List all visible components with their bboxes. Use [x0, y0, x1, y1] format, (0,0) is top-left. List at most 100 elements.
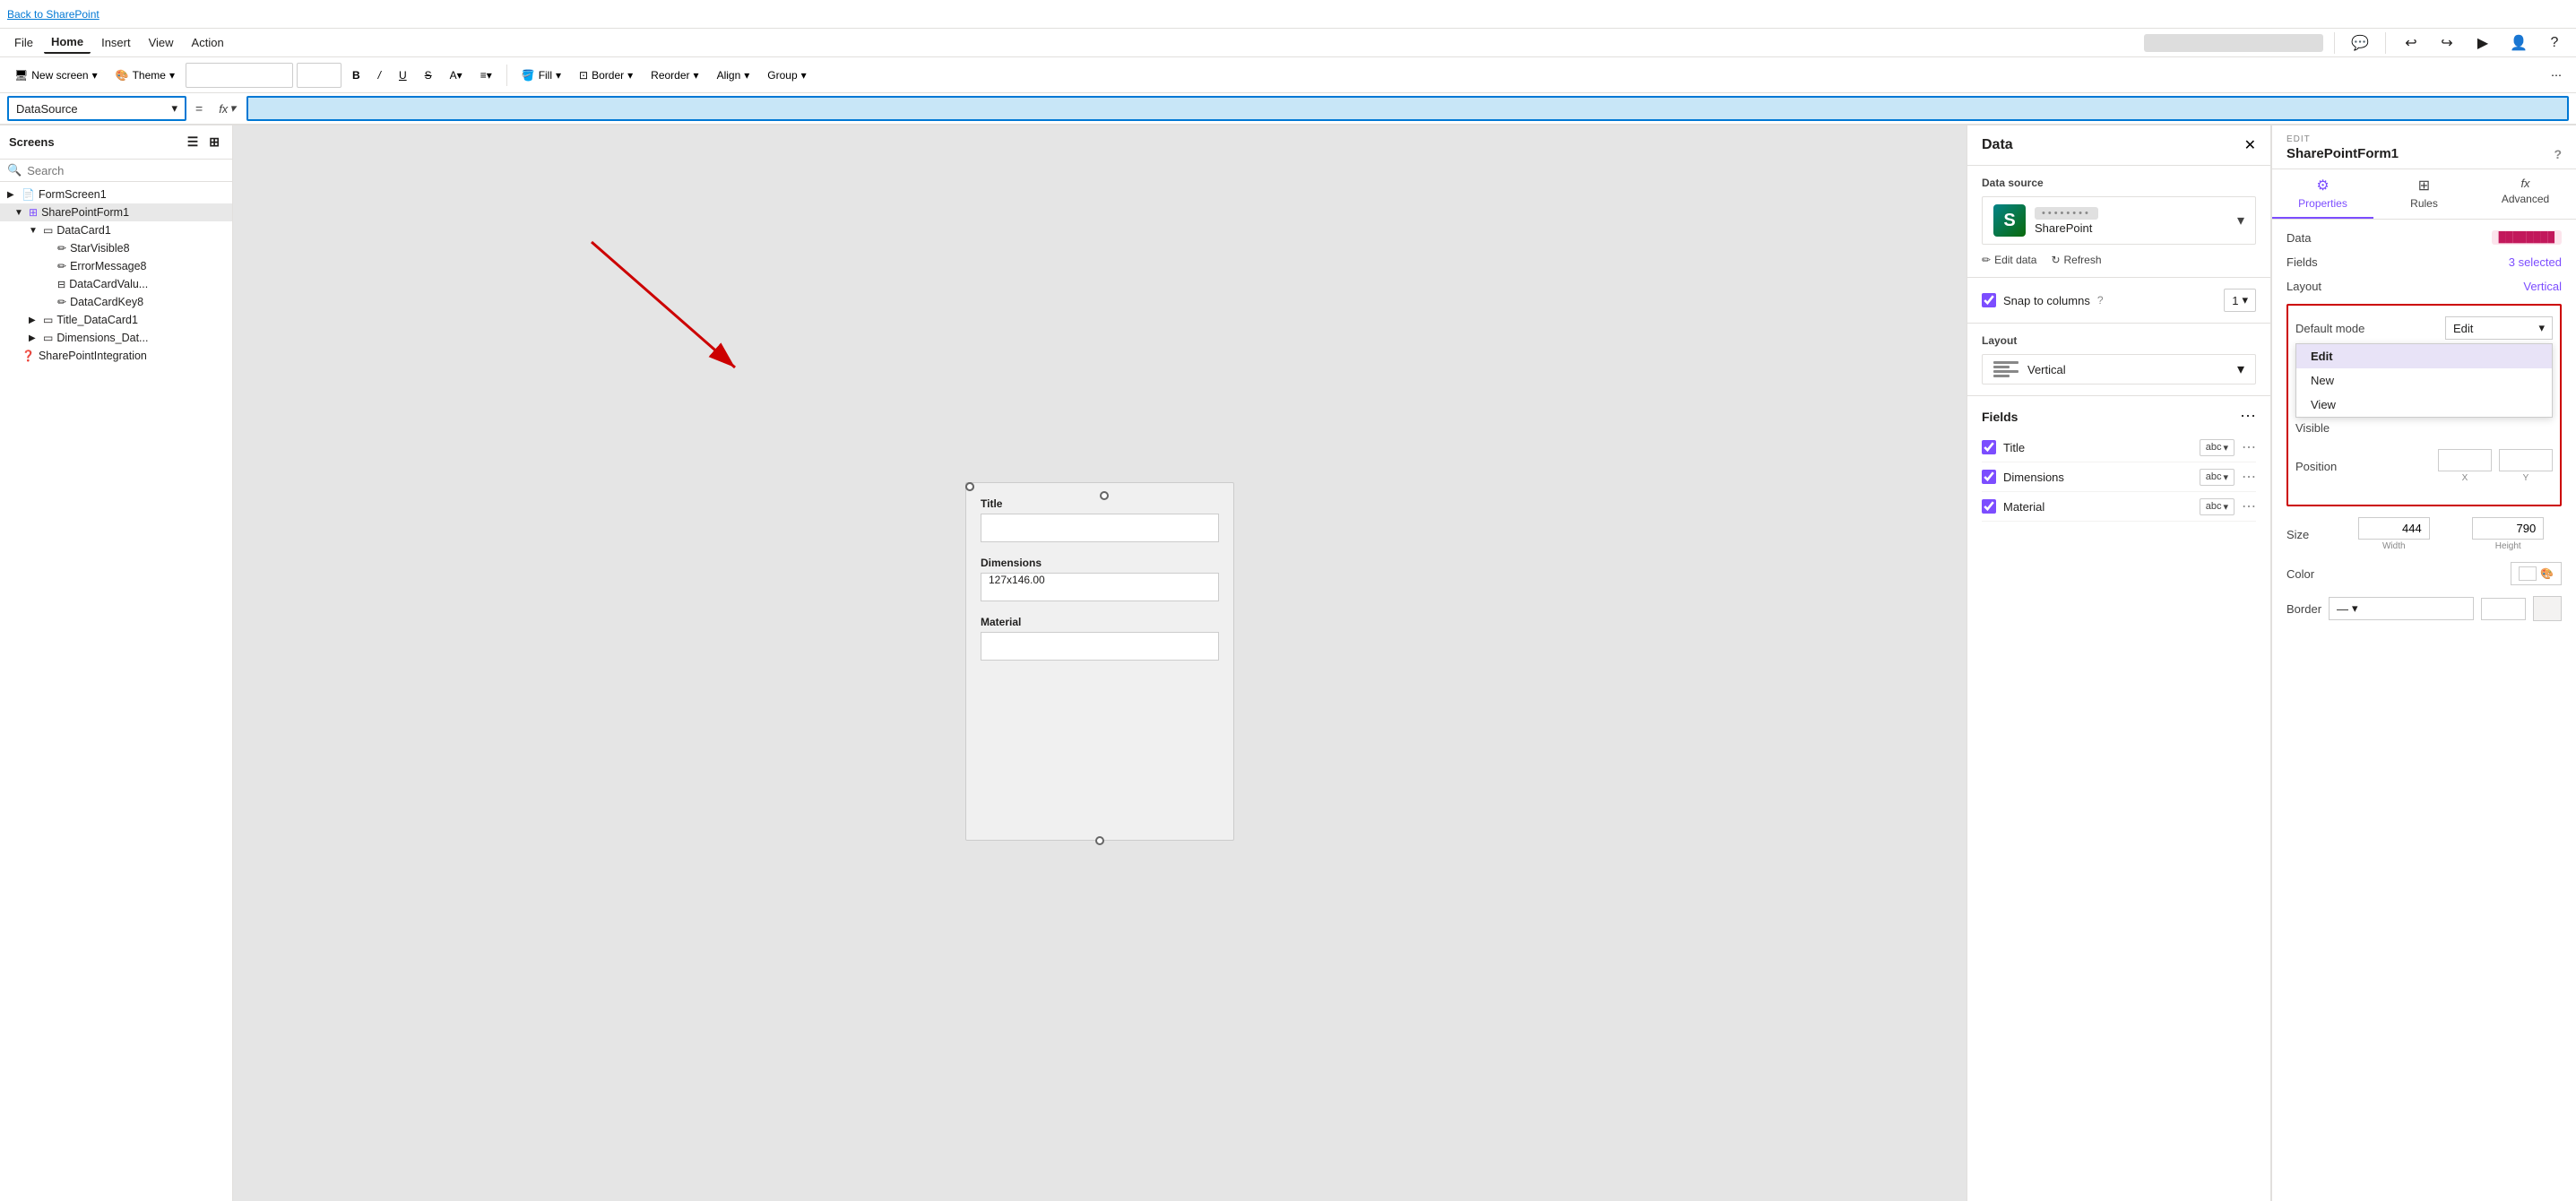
play-icon[interactable]: ▶: [2468, 29, 2497, 57]
field-material-checkbox[interactable]: [1982, 499, 1996, 514]
form-input-dimensions[interactable]: 127x146.00: [981, 573, 1219, 601]
menu-action[interactable]: Action: [185, 32, 231, 53]
font-size-select[interactable]: [297, 63, 341, 88]
menu-home[interactable]: Home: [44, 31, 91, 54]
bold-button[interactable]: B: [345, 65, 367, 85]
align-text-button[interactable]: ≡▾: [473, 65, 499, 85]
chevron-down-icon: ▾: [2223, 442, 2228, 454]
tree-item-formscreen1[interactable]: ▶ 📄 FormScreen1: [0, 186, 232, 203]
field-type-title[interactable]: abc ▾: [2200, 439, 2235, 456]
control-icon: ✏: [57, 260, 66, 272]
color-picker-button[interactable]: 🎨: [2511, 562, 2562, 585]
card-icon: ▭: [43, 314, 53, 326]
field-title-checkbox[interactable]: [1982, 440, 1996, 454]
fill-button[interactable]: 🪣 Fill▾: [514, 65, 568, 85]
fx-button[interactable]: fx ▾: [212, 101, 243, 116]
height-input[interactable]: [2472, 517, 2544, 540]
underline-button[interactable]: U: [392, 65, 414, 85]
back-to-sharepoint-link[interactable]: Back to SharePoint: [7, 8, 99, 21]
search-input[interactable]: [27, 164, 225, 177]
field-type-dimensions[interactable]: abc ▾: [2200, 469, 2235, 486]
form-input-material[interactable]: [981, 632, 1219, 661]
tree-item-sharepointintegration[interactable]: ❓ SharePointIntegration: [0, 347, 232, 365]
tree-item-titledatacard1[interactable]: ▶ ▭ Title_DataCard1: [0, 311, 232, 329]
tree-item-datacard1[interactable]: ▼ ▭ DataCard1: [0, 221, 232, 239]
field-type-material[interactable]: abc ▾: [2200, 498, 2235, 515]
refresh-button[interactable]: ↻ Refresh: [2051, 254, 2101, 266]
grid-view-icon[interactable]: ⊞: [205, 133, 223, 151]
help-icon[interactable]: ?: [2097, 294, 2104, 307]
layout-prop-label: Layout: [2286, 280, 2321, 293]
resize-handle-top[interactable]: [1100, 491, 1109, 500]
fields-prop-value[interactable]: 3 selected: [2509, 255, 2562, 269]
snap-label: Snap to columns: [2003, 294, 2090, 307]
tab-properties[interactable]: ⚙ Properties: [2272, 169, 2373, 219]
strikethrough-button[interactable]: S: [418, 65, 439, 85]
menu-insert[interactable]: Insert: [94, 32, 138, 53]
italic-button[interactable]: /: [371, 65, 388, 85]
group-button[interactable]: Group▾: [760, 65, 813, 85]
tree-item-starvisible8[interactable]: ✏ StarVisible8: [0, 239, 232, 257]
y-position-input[interactable]: [2499, 449, 2553, 471]
font-family-select[interactable]: [186, 63, 293, 88]
redo-icon[interactable]: ↪: [2433, 29, 2461, 57]
field-more-material[interactable]: ⋯: [2242, 497, 2256, 515]
data-panel-close-button[interactable]: ✕: [2244, 136, 2256, 154]
menu-view[interactable]: View: [142, 32, 181, 53]
right-panel: EDIT SharePointForm1 ? ⚙ Properties ⊞ Ru…: [2271, 125, 2576, 1201]
default-mode-section: Default mode Edit ▾ Edit New View Visibl…: [2286, 304, 2562, 506]
default-mode-select[interactable]: Edit ▾: [2445, 316, 2553, 340]
formula-input[interactable]: [246, 96, 2569, 121]
fields-more-button[interactable]: ⋯: [2240, 407, 2256, 426]
tab-advanced[interactable]: fx Advanced: [2475, 169, 2576, 219]
resize-handle-bottom[interactable]: [1095, 836, 1104, 845]
list-view-icon[interactable]: ☰: [184, 133, 203, 151]
option-new[interactable]: New: [2296, 368, 2552, 393]
x-position-input[interactable]: [2438, 449, 2492, 471]
border-style-select[interactable]: — ▾: [2329, 597, 2474, 620]
form-input-title[interactable]: [981, 514, 1219, 542]
border-width-input[interactable]: 0: [2481, 598, 2526, 620]
option-view[interactable]: View: [2296, 393, 2552, 417]
layout-card[interactable]: Vertical ▾: [1982, 354, 2256, 384]
data-prop-value[interactable]: ████████: [2492, 230, 2562, 245]
tree-item-dimensionsdatacard[interactable]: ▶ ▭ Dimensions_Dat...: [0, 329, 232, 347]
border-color-swatch[interactable]: [2533, 596, 2562, 621]
field-more-title[interactable]: ⋯: [2242, 438, 2256, 456]
border-button[interactable]: ⊡ Border▾: [572, 65, 640, 85]
option-edit[interactable]: Edit: [2296, 344, 2552, 368]
menu-file[interactable]: File: [7, 32, 40, 53]
tree-item-datacardvalue[interactable]: ⊟ DataCardValu...: [0, 275, 232, 293]
user-icon[interactable]: 👤: [2504, 29, 2533, 57]
undo-icon[interactable]: ↩: [2397, 29, 2425, 57]
snap-checkbox[interactable]: [1982, 293, 1996, 307]
field-dimensions-checkbox[interactable]: [1982, 470, 1996, 484]
new-screen-button[interactable]: 🖥 New screen ▾: [7, 65, 105, 85]
tab-rules[interactable]: ⊞ Rules: [2373, 169, 2475, 219]
screen-icon: 📄: [22, 188, 35, 201]
font-color-button[interactable]: A▾: [443, 65, 470, 85]
layout-prop-value[interactable]: Vertical: [2523, 280, 2562, 293]
help-icon[interactable]: ?: [2540, 29, 2569, 57]
feedback-icon[interactable]: 💬: [2346, 29, 2374, 57]
property-dropdown[interactable]: DataSource ▾: [7, 96, 186, 121]
equals-sign: =: [190, 101, 208, 116]
size-label: Size: [2286, 528, 2340, 541]
field-more-dimensions[interactable]: ⋯: [2242, 468, 2256, 486]
height-label: Height: [2495, 541, 2521, 551]
help-icon[interactable]: ?: [2554, 147, 2562, 161]
tree-item-errormessage8[interactable]: ✏ ErrorMessage8: [0, 257, 232, 275]
card-icon: ▭: [43, 332, 53, 344]
theme-button[interactable]: 🎨 Theme ▾: [108, 65, 182, 85]
reorder-button[interactable]: Reorder▾: [644, 65, 705, 85]
width-input[interactable]: [2358, 517, 2430, 540]
edit-data-button[interactable]: ✏ Edit data: [1982, 254, 2036, 266]
tree-item-sharepointform1[interactable]: ▼ ⊞ SharePointForm1: [0, 203, 232, 221]
tree-label: StarVisible8: [70, 242, 129, 255]
more-options-button[interactable]: ⋯: [2544, 65, 2569, 85]
align-button[interactable]: Align▾: [710, 65, 757, 85]
datasource-card[interactable]: S •••••••• SharePoint ▾: [1982, 196, 2256, 245]
snap-count-select[interactable]: 1 ▾: [2224, 289, 2256, 312]
tree-item-datacardkey8[interactable]: ✏ DataCardKey8: [0, 293, 232, 311]
resize-handle-right[interactable]: [965, 482, 974, 491]
